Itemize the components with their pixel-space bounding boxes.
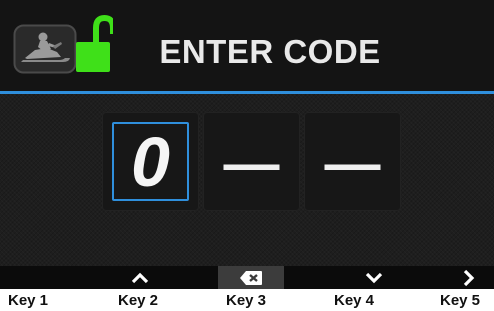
key-2-label: Key 2 bbox=[118, 292, 159, 309]
page-title: ENTER CODE bbox=[159, 33, 381, 70]
snowmobile-icon bbox=[13, 24, 77, 74]
header-bar: ENTER CODE bbox=[0, 0, 494, 91]
chevron-right-icon bbox=[463, 269, 475, 286]
code-digit-3[interactable]: — bbox=[304, 112, 401, 211]
backspace-icon bbox=[240, 270, 262, 285]
digit-placeholder: — bbox=[223, 130, 280, 194]
key-3-label: Key 3 bbox=[226, 292, 267, 309]
unlocked-padlock-icon bbox=[76, 14, 113, 72]
key-4-button[interactable] bbox=[352, 266, 396, 289]
key-2-button[interactable] bbox=[118, 266, 162, 289]
code-digit-2[interactable]: — bbox=[203, 112, 300, 211]
key-1-label: Key 1 bbox=[8, 292, 49, 309]
digit-value: 0 bbox=[131, 122, 170, 201]
chevron-down-icon bbox=[365, 272, 383, 283]
key-5-button[interactable] bbox=[446, 266, 490, 289]
key-3-button[interactable] bbox=[218, 266, 284, 289]
digit-placeholder: — bbox=[324, 130, 381, 194]
key-5-label: Key 5 bbox=[440, 292, 481, 309]
code-digit-1[interactable]: 0 bbox=[102, 112, 199, 211]
gauge-display: ENTER CODE 0 — — bbox=[0, 0, 494, 289]
soft-key-bar bbox=[0, 266, 494, 289]
header-divider bbox=[0, 91, 494, 94]
chevron-up-icon bbox=[131, 272, 149, 283]
key-4-label: Key 4 bbox=[334, 292, 375, 309]
